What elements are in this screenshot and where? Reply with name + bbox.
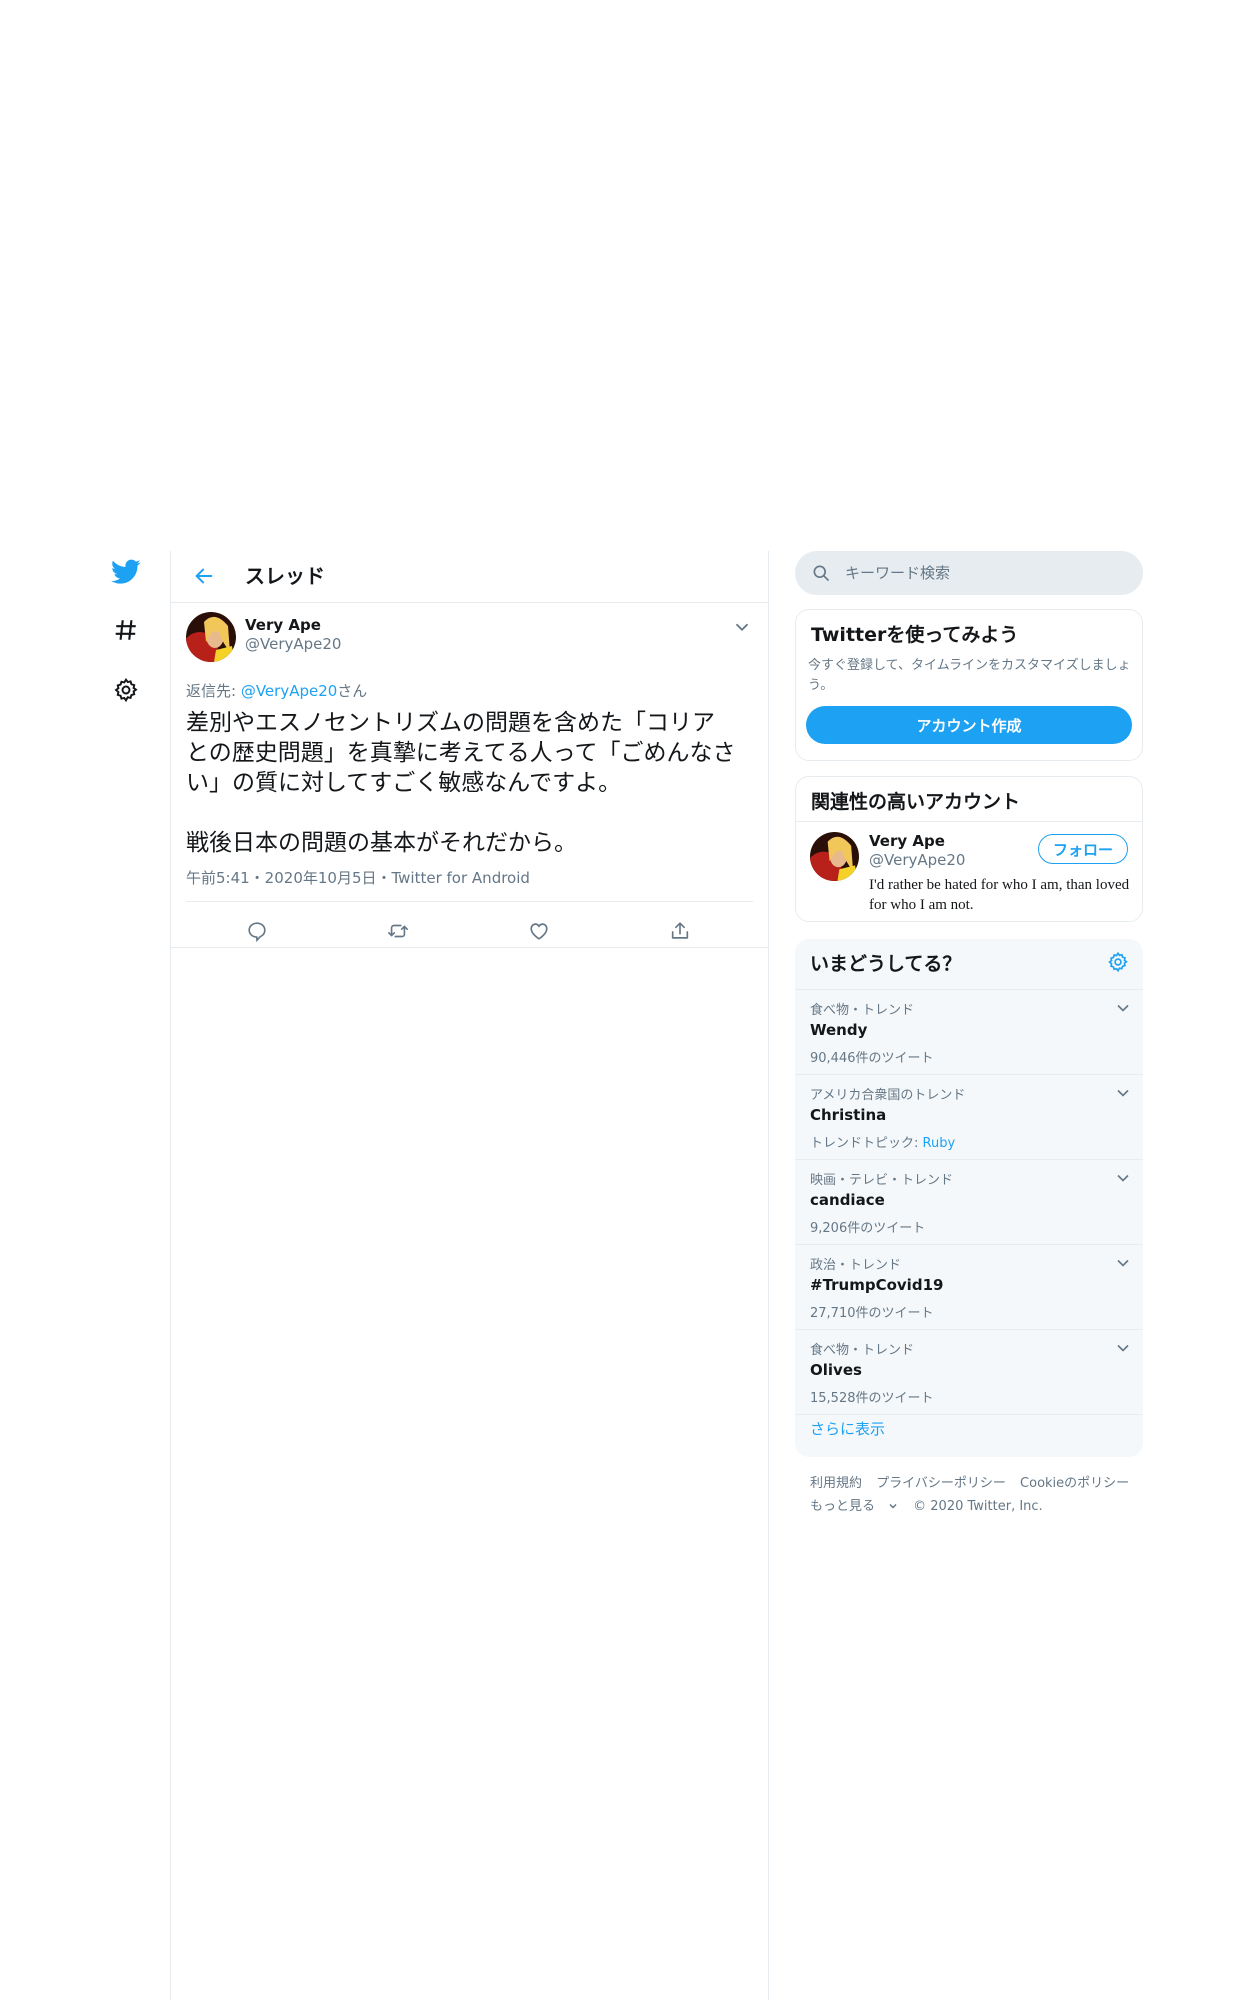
- footer-links-2: もっと見る © 2020 Twitter, Inc.: [810, 1495, 1053, 1514]
- trend-count: 90,446件のツイート: [810, 1051, 934, 1066]
- trend-category: アメリカ合衆国のトレンド: [810, 1088, 966, 1103]
- tweet-meta: 午前5:41・2020年10月5日・Twitter for Android: [186, 869, 530, 887]
- trend-item[interactable]: 映画・テレビ・トレンド candiace 9,206件のツイート: [795, 1160, 1143, 1244]
- related-accounts-card: 関連性の高いアカウント Very Ape @VeryApe20 フォロー I'd…: [795, 776, 1143, 922]
- trend-name: Wendy: [810, 1021, 868, 1039]
- share-icon[interactable]: [666, 917, 694, 945]
- trend-category: 食べ物・トレンド: [810, 1343, 915, 1358]
- trend-name: Christina: [810, 1106, 887, 1124]
- reply-suffix: さん: [337, 682, 368, 700]
- chevron-down-icon[interactable]: [1113, 1083, 1133, 1103]
- trend-topic-label: トレンドトピック:: [810, 1136, 923, 1151]
- tweet-author-name[interactable]: Very Ape: [245, 616, 321, 634]
- trend-category: 食べ物・トレンド: [810, 1003, 915, 1018]
- show-more-link[interactable]: さらに表示: [810, 1418, 885, 1439]
- footer-privacy-link[interactable]: プライバシーポリシー: [876, 1476, 1006, 1491]
- reply-handle-link[interactable]: @VeryApe20: [241, 682, 337, 700]
- signup-button[interactable]: アカウント作成: [806, 706, 1132, 744]
- gear-icon[interactable]: [1107, 951, 1129, 973]
- trend-category: 映画・テレビ・トレンド: [810, 1173, 954, 1188]
- trend-topic-link[interactable]: Ruby: [923, 1136, 956, 1151]
- chevron-down-icon: [889, 1503, 897, 1509]
- arrow-left-icon: [195, 568, 213, 584]
- twitter-bird-icon[interactable]: [110, 556, 142, 588]
- trends-panel: いまどうしてる？ 食べ物・トレンド Wendy 90,446件のツイート アメリ…: [795, 939, 1143, 1457]
- thread-header: スレッド: [171, 551, 768, 603]
- related-account-bio: I'd rather be hated for who I am, than l…: [869, 877, 1130, 913]
- search-icon: [811, 563, 831, 583]
- trend-name: Olives: [810, 1361, 862, 1379]
- trend-item[interactable]: 食べ物・トレンド Wendy 90,446件のツイート: [795, 990, 1143, 1074]
- trend-name: candiace: [810, 1191, 885, 1209]
- gear-icon[interactable]: [110, 674, 142, 706]
- signup-card: Twitterを使ってみよう 今すぐ登録して、タイムラインをカスタマイズしましょ…: [795, 609, 1143, 761]
- related-account-name[interactable]: Very Ape: [869, 832, 945, 850]
- chevron-down-icon[interactable]: [731, 616, 753, 638]
- retweet-icon[interactable]: [384, 917, 412, 945]
- chevron-down-icon[interactable]: [1113, 998, 1133, 1018]
- page-title: スレッド: [245, 564, 325, 588]
- tweet-author-handle[interactable]: @VeryApe20: [245, 635, 341, 653]
- divider: [171, 947, 768, 948]
- related-account-handle[interactable]: @VeryApe20: [869, 851, 965, 869]
- signup-title: Twitterを使ってみよう: [811, 624, 1019, 646]
- back-button[interactable]: [189, 561, 219, 591]
- footer-terms-link[interactable]: 利用規約: [810, 1476, 862, 1491]
- footer-more-label: もっと見る: [810, 1499, 876, 1514]
- trend-name: #TrumpCovid19: [810, 1276, 944, 1294]
- search-placeholder: キーワード検索: [845, 564, 951, 582]
- reply-to: 返信先: @VeryApe20さん: [186, 680, 367, 701]
- follow-button[interactable]: フォロー: [1038, 834, 1128, 864]
- footer-copyright: © 2020 Twitter, Inc.: [913, 1499, 1043, 1514]
- trend-count: 27,710件のツイート: [810, 1306, 934, 1321]
- search-input[interactable]: キーワード検索: [795, 551, 1143, 595]
- like-icon[interactable]: [525, 917, 553, 945]
- trend-category: 政治・トレンド: [810, 1258, 902, 1273]
- trend-count: 9,206件のツイート: [810, 1221, 926, 1236]
- divider: [795, 1414, 1143, 1415]
- trend-item[interactable]: 食べ物・トレンド Olives 15,528件のツイート: [795, 1330, 1143, 1414]
- chevron-down-icon[interactable]: [1113, 1338, 1133, 1358]
- divider: [796, 821, 1142, 822]
- footer-more-link[interactable]: もっと見る: [810, 1499, 899, 1514]
- chevron-down-icon[interactable]: [1113, 1168, 1133, 1188]
- reply-prefix: 返信先:: [186, 682, 241, 700]
- trend-topic: トレンドトピック: Ruby: [810, 1132, 955, 1151]
- chevron-down-icon[interactable]: [1113, 1253, 1133, 1273]
- hashtag-icon[interactable]: [110, 614, 142, 646]
- avatar[interactable]: [810, 832, 859, 881]
- trend-item[interactable]: アメリカ合衆国のトレンド Christina トレンドトピック: Ruby: [795, 1075, 1143, 1159]
- signup-description: 今すぐ登録して、タイムラインをカスタマイズしましょう。: [808, 658, 1131, 693]
- tweet-text: 差別やエスノセントリズムの問題を含めた「コリア との歴史問題」を真摯に考えてる人…: [186, 710, 736, 856]
- trend-count: 15,528件のツイート: [810, 1391, 934, 1406]
- avatar[interactable]: [186, 612, 236, 662]
- divider: [186, 901, 753, 902]
- trends-title: いまどうしてる？: [810, 953, 962, 975]
- footer-cookie-link[interactable]: Cookieのポリシー: [1020, 1476, 1129, 1491]
- reply-icon[interactable]: [243, 917, 271, 945]
- related-title: 関連性の高いアカウント: [811, 791, 1021, 813]
- trend-item[interactable]: 政治・トレンド #TrumpCovid19 27,710件のツイート: [795, 1245, 1143, 1329]
- footer-links: 利用規約 プライバシーポリシー Cookieのポリシー: [810, 1472, 1139, 1491]
- thread-column: スレッド Very Ape @VeryApe20 返信先: @VeryApe20…: [170, 551, 769, 2000]
